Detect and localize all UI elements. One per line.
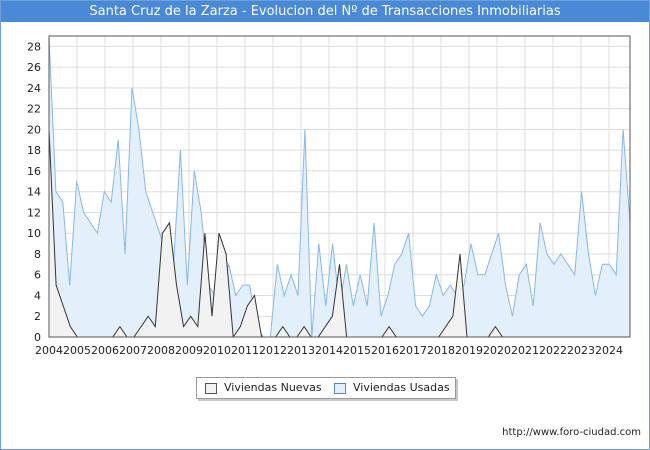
x-tick-label: 2014 <box>315 344 343 357</box>
x-tick-label: 2017 <box>399 344 427 357</box>
y-tick-label: 10 <box>27 227 41 240</box>
y-tick-label: 12 <box>27 206 41 219</box>
x-tick-label: 2009 <box>175 344 203 357</box>
x-tick-label: 2022 <box>539 344 567 357</box>
x-tick-label: 2005 <box>63 344 91 357</box>
legend-label-usadas: Viviendas Usadas <box>353 381 450 394</box>
x-tick-label: 2019 <box>455 344 483 357</box>
y-tick-label: 8 <box>34 248 41 261</box>
x-tick-label: 2015 <box>343 344 371 357</box>
x-tick-label: 2012 <box>259 344 287 357</box>
y-tick-label: 14 <box>27 186 41 199</box>
legend-label-nuevas: Viviendas Nuevas <box>224 381 322 394</box>
y-tick-label: 16 <box>27 165 41 178</box>
x-tick-label: 2007 <box>119 344 147 357</box>
x-tick-label: 2006 <box>91 344 119 357</box>
x-tick-label: 2011 <box>231 344 259 357</box>
y-tick-label: 4 <box>34 289 41 302</box>
x-tick-label: 2021 <box>511 344 539 357</box>
x-tick-label: 2023 <box>567 344 595 357</box>
y-tick-label: 2 <box>34 310 41 323</box>
y-tick-label: 20 <box>27 123 41 136</box>
x-tick-label: 2013 <box>287 344 315 357</box>
y-tick-label: 22 <box>27 103 41 116</box>
y-tick-label: 18 <box>27 144 41 157</box>
x-tick-label: 2024 <box>595 344 623 357</box>
x-tick-label: 2004 <box>35 344 63 357</box>
legend: Viviendas Nuevas Viviendas Usadas <box>196 377 456 399</box>
y-tick-label: 6 <box>34 269 41 282</box>
x-tick-label: 2018 <box>427 344 455 357</box>
y-tick-label: 28 <box>27 40 41 53</box>
source-url: http://www.foro-ciudad.com <box>502 427 641 438</box>
x-tick-label: 2016 <box>371 344 399 357</box>
x-tick-label: 2010 <box>203 344 231 357</box>
x-tick-label: 2020 <box>483 344 511 357</box>
x-tick-label: 2008 <box>147 344 175 357</box>
y-tick-label: 24 <box>27 82 41 95</box>
y-tick-label: 26 <box>27 61 41 74</box>
legend-swatch-nuevas <box>205 383 217 394</box>
y-tick-label: 0 <box>34 331 41 344</box>
legend-swatch-usadas <box>334 383 346 394</box>
